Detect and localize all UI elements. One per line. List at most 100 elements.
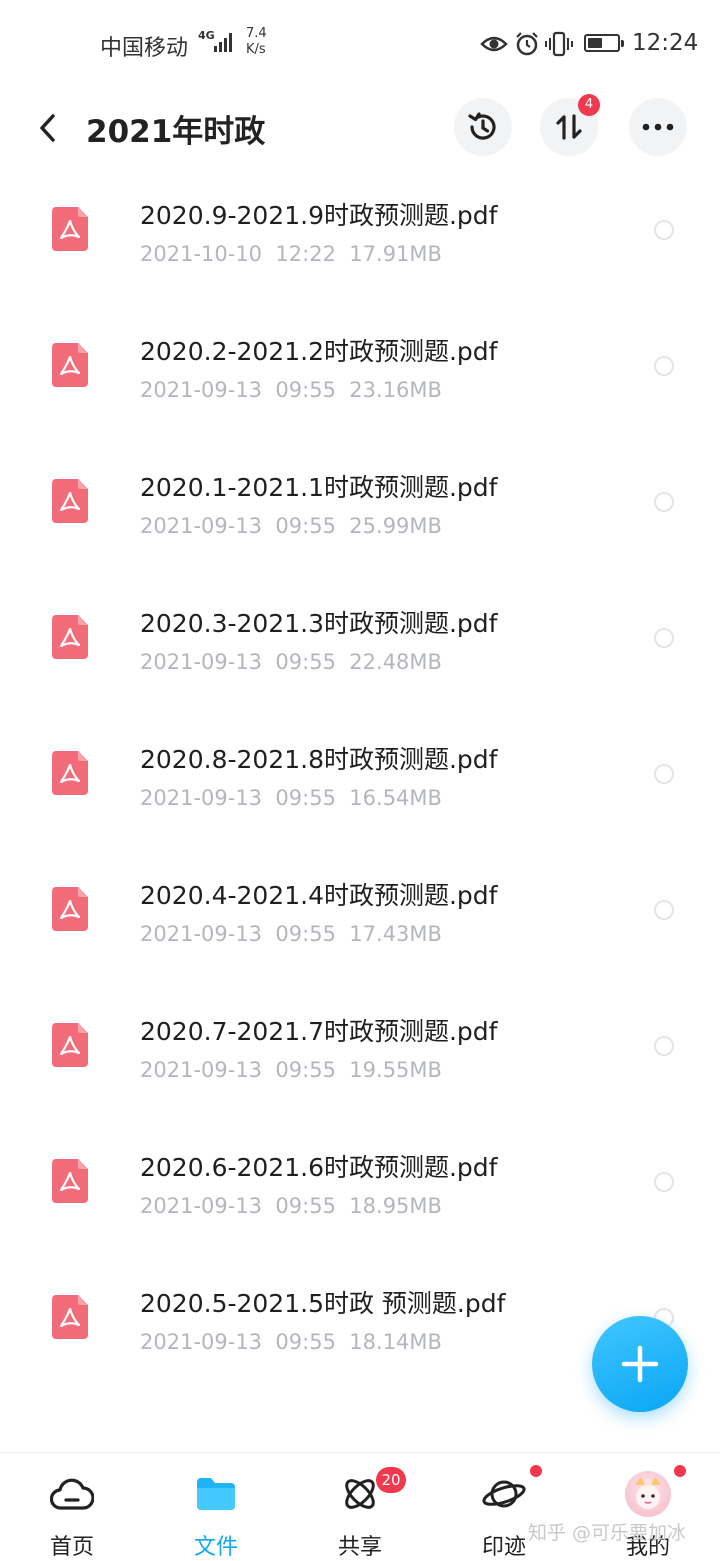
file-date: 2021-09-13 <box>140 650 263 674</box>
file-row[interactable]: 2020.7-2021.7时政预测题.pdf 2021-09-13 09:55 … <box>0 986 720 1122</box>
file-meta: 2021-09-13 09:55 18.95MB <box>140 1194 442 1218</box>
pdf-file-icon <box>52 479 88 523</box>
file-row[interactable]: 2020.8-2021.8时政预测题.pdf 2021-09-13 09:55 … <box>0 714 720 850</box>
file-row[interactable]: 2020.9-2021.9时政预测题.pdf 2021-10-10 12:22 … <box>0 170 720 306</box>
file-time: 09:55 <box>275 922 336 946</box>
planet-icon <box>481 1471 527 1517</box>
file-size: 19.55MB <box>349 1058 442 1082</box>
file-row[interactable]: 2020.6-2021.6时政预测题.pdf 2021-09-13 09:55 … <box>0 1122 720 1258</box>
pdf-file-icon <box>52 1159 88 1203</box>
select-radio[interactable] <box>654 356 674 376</box>
file-meta: 2021-09-13 09:55 17.43MB <box>140 922 442 946</box>
network-type: 4G <box>198 29 215 42</box>
file-name: 2020.2-2021.2时政预测题.pdf <box>140 337 498 366</box>
file-name: 2020.9-2021.9时政预测题.pdf <box>140 201 498 230</box>
file-date: 2021-09-13 <box>140 922 263 946</box>
nav-item-home[interactable]: 首页 <box>12 1453 132 1561</box>
nav-label: 文件 <box>193 1535 238 1560</box>
file-meta: 2021-09-13 09:55 19.55MB <box>140 1058 442 1082</box>
file-meta: 2021-09-13 09:55 16.54MB <box>140 786 442 810</box>
file-row[interactable]: 2020.2-2021.2时政预测题.pdf 2021-09-13 09:55 … <box>0 306 720 442</box>
file-size: 17.43MB <box>349 922 442 946</box>
file-size: 23.16MB <box>349 378 442 402</box>
add-fab-button[interactable] <box>592 1316 688 1412</box>
file-time: 09:55 <box>275 1058 336 1082</box>
carrier-name: 中国移动 <box>100 36 189 61</box>
file-date: 2021-09-13 <box>140 1194 263 1218</box>
select-radio[interactable] <box>654 764 674 784</box>
more-icon <box>642 123 674 131</box>
file-date: 2021-09-13 <box>140 378 263 402</box>
file-name: 2020.3-2021.3时政预测题.pdf <box>140 609 498 638</box>
transfer-icon <box>556 114 582 140</box>
file-name: 2020.1-2021.1时政预测题.pdf <box>140 473 498 502</box>
file-time: 09:55 <box>275 1194 336 1218</box>
file-time: 09:55 <box>275 1330 336 1354</box>
file-size: 22.48MB <box>349 650 442 674</box>
file-name: 2020.7-2021.7时政预测题.pdf <box>140 1017 498 1046</box>
more-button[interactable] <box>629 98 687 156</box>
file-date: 2021-09-13 <box>140 786 263 810</box>
select-radio[interactable] <box>654 492 674 512</box>
network-speed: 7.4 K/s <box>246 26 267 58</box>
pdf-file-icon <box>52 751 88 795</box>
transfer-button[interactable]: 4 <box>540 94 600 156</box>
file-meta: 2021-09-13 09:55 25.99MB <box>140 514 442 538</box>
alarm-icon <box>516 32 538 56</box>
notification-dot <box>530 1465 542 1477</box>
file-time: 09:55 <box>275 514 336 538</box>
pdf-file-icon <box>52 887 88 931</box>
watermark: 知乎 @可乐要加冰 <box>528 1522 687 1544</box>
file-row[interactable]: 2020.1-2021.1时政预测题.pdf 2021-09-13 09:55 … <box>0 442 720 578</box>
notification-dot <box>674 1465 686 1477</box>
cloud-icon <box>49 1471 95 1517</box>
file-time: 09:55 <box>275 650 336 674</box>
nav-item-share[interactable]: 20 共享 <box>300 1453 420 1561</box>
pdf-file-icon <box>52 343 88 387</box>
file-date: 2021-09-13 <box>140 1058 263 1082</box>
eye-icon <box>480 36 508 52</box>
transfer-badge: 4 <box>578 94 600 116</box>
file-date: 2021-09-13 <box>140 514 263 538</box>
nav-label: 共享 <box>337 1535 382 1560</box>
file-name: 2020.4-2021.4时政预测题.pdf <box>140 881 498 910</box>
file-name: 2020.8-2021.8时政预测题.pdf <box>140 745 498 774</box>
vibrate-icon <box>545 31 573 57</box>
avatar <box>625 1471 671 1517</box>
select-radio[interactable] <box>654 1036 674 1056</box>
app-header: 2021年时政 4 <box>0 90 720 170</box>
select-radio[interactable] <box>654 1172 674 1192</box>
history-icon <box>468 112 496 140</box>
file-size: 17.91MB <box>349 242 442 266</box>
pdf-file-icon <box>52 615 88 659</box>
file-size: 16.54MB <box>349 786 442 810</box>
nav-label: 首页 <box>49 1535 94 1560</box>
file-row[interactable]: 2020.4-2021.4时政预测题.pdf 2021-09-13 09:55 … <box>0 850 720 986</box>
network-speed-unit: K/s <box>246 42 266 57</box>
file-row[interactable]: 2020.3-2021.3时政预测题.pdf 2021-09-13 09:55 … <box>0 578 720 714</box>
file-meta: 2021-09-13 09:55 18.14MB <box>140 1330 442 1354</box>
file-time: 09:55 <box>275 378 336 402</box>
file-size: 25.99MB <box>349 514 442 538</box>
file-name: 2020.6-2021.6时政预测题.pdf <box>140 1153 498 1182</box>
file-size: 18.14MB <box>349 1330 442 1354</box>
nav-item-files[interactable]: 文件 <box>156 1453 276 1561</box>
plus-icon <box>621 1345 659 1383</box>
back-button[interactable] <box>30 110 66 146</box>
select-radio[interactable] <box>654 900 674 920</box>
folder-icon <box>193 1471 239 1517</box>
file-time: 12:22 <box>275 242 336 266</box>
file-size: 18.95MB <box>349 1194 442 1218</box>
file-name: 2020.5-2021.5时政 预测题.pdf <box>140 1289 506 1318</box>
pdf-file-icon <box>52 1295 88 1339</box>
file-date: 2021-10-10 <box>140 242 263 266</box>
pdf-file-icon <box>52 207 88 251</box>
pdf-file-icon <box>52 1023 88 1067</box>
page-title: 2021年时政 <box>86 114 266 150</box>
file-meta: 2021-09-13 09:55 23.16MB <box>140 378 442 402</box>
history-button[interactable] <box>454 98 512 156</box>
select-radio[interactable] <box>654 628 674 648</box>
select-radio[interactable] <box>654 220 674 240</box>
battery-icon <box>584 34 624 52</box>
chevron-left-icon <box>40 114 55 142</box>
